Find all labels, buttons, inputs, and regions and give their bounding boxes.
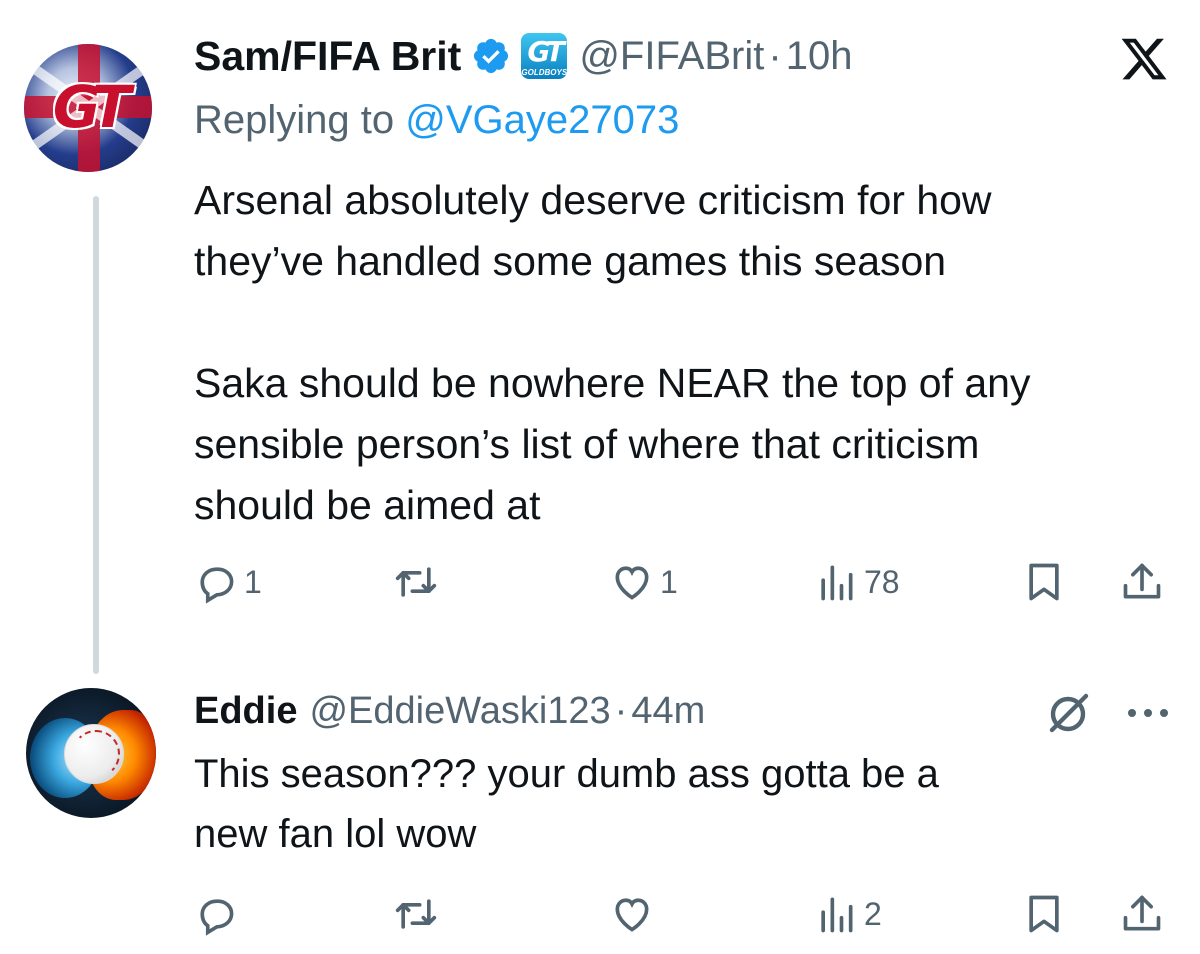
bookmark-icon — [1029, 895, 1059, 933]
user-handle[interactable]: @EddieWaski123 — [309, 690, 610, 733]
x-logo-icon — [1121, 38, 1167, 80]
reply-count: 1 — [244, 563, 262, 600]
views-count: 78 — [864, 563, 900, 600]
replying-to-mention[interactable]: @VGaye27073 — [405, 98, 679, 142]
tweet-header: Sam/FIFA Brit GT GOLDBOYS @FIFABrit · 10… — [194, 30, 852, 82]
repost-button[interactable] — [394, 892, 438, 936]
timestamp[interactable]: 10h — [786, 34, 853, 79]
grok-icon[interactable] — [1044, 690, 1092, 738]
avatar[interactable]: GT — [24, 44, 152, 172]
repost-icon — [395, 567, 437, 597]
display-name[interactable]: Eddie — [194, 690, 297, 733]
thread-line — [93, 196, 99, 674]
reply-button[interactable] — [194, 892, 244, 936]
user-handle[interactable]: @FIFABrit — [579, 34, 764, 79]
display-name[interactable]: Sam/FIFA Brit — [194, 33, 461, 80]
verified-badge-icon[interactable] — [471, 36, 511, 76]
separator-dot: · — [614, 689, 628, 732]
share-button[interactable] — [1120, 560, 1164, 604]
avatar-logo: GT — [52, 73, 131, 141]
views-icon — [821, 565, 853, 601]
heart-icon — [615, 898, 649, 932]
views-button[interactable]: 2 — [814, 892, 882, 936]
repost-button[interactable] — [394, 560, 438, 604]
reply-button[interactable]: 1 — [194, 560, 262, 604]
more-icon[interactable] — [1124, 700, 1172, 726]
repost-icon — [395, 899, 437, 929]
tweet-header: Eddie @EddieWaski123 · 44m — [194, 686, 705, 736]
bookmark-button[interactable] — [1022, 892, 1066, 936]
replying-to: Replying to @VGaye27073 — [194, 98, 679, 143]
share-icon — [1123, 895, 1161, 931]
share-button[interactable] — [1120, 892, 1164, 936]
separator-dot: · — [768, 33, 782, 78]
views-icon — [821, 897, 853, 933]
avatar[interactable] — [26, 688, 156, 818]
bookmark-icon — [1029, 563, 1059, 601]
reply-icon — [200, 567, 234, 604]
like-button[interactable]: 1 — [610, 560, 678, 604]
views-count: 2 — [864, 895, 882, 932]
timestamp[interactable]: 44m — [631, 690, 705, 733]
like-count: 1 — [660, 563, 678, 600]
bookmark-button[interactable] — [1022, 560, 1066, 604]
heart-icon — [615, 566, 649, 600]
tweet-text: Arsenal absolutely deserve criticism for… — [194, 177, 1031, 528]
views-button[interactable]: 78 — [814, 560, 900, 604]
share-icon — [1123, 563, 1161, 599]
reply-icon — [200, 899, 234, 936]
replying-prefix: Replying to — [194, 98, 395, 142]
like-button[interactable] — [610, 892, 654, 936]
affiliate-badge[interactable]: GT GOLDBOYS — [521, 33, 568, 79]
tweet-text: This season??? your dumb ass gotta be a … — [194, 752, 939, 856]
